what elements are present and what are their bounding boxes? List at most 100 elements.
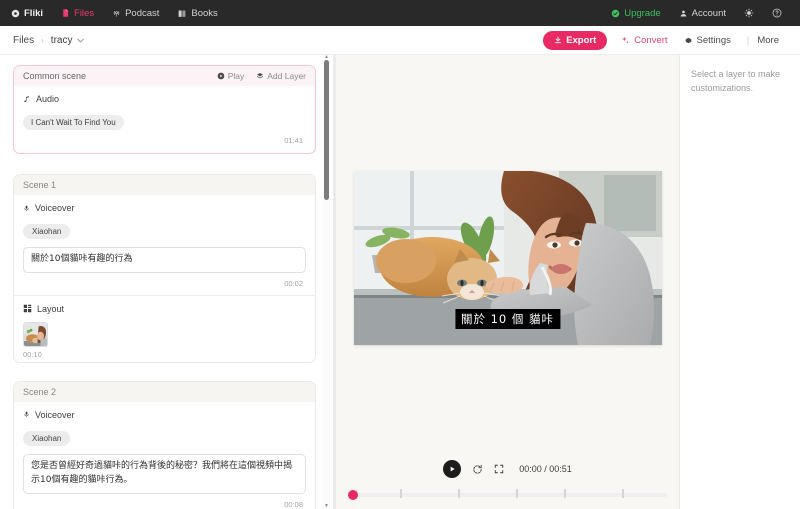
more-button[interactable]: | More [739, 31, 787, 49]
breadcrumb-toolbar: Files › tracy Export Convert Settings | … [0, 26, 800, 55]
scene-1-voiceover-label: Voiceover [35, 203, 75, 213]
preview-stage: 關於 10 個 貓咔 [336, 55, 679, 460]
scene-1-script-input[interactable]: 關於10個貓咔有趣的行為 [23, 247, 306, 273]
timeline-scrubber[interactable] [336, 485, 679, 509]
nav-label-files: Files [74, 7, 95, 19]
settings-button[interactable]: Settings [676, 31, 739, 49]
scene-1-layout-label-row: Layout [23, 304, 306, 314]
scene-1-voiceover-section: Voiceover Xiaohan 關於10個貓咔有趣的行為 00:02 [14, 195, 315, 295]
scene-2-voiceover-label: Voiceover [35, 409, 75, 420]
common-scene-play-button[interactable]: Play [217, 71, 245, 81]
book-icon [177, 9, 187, 18]
layers-icon [256, 72, 264, 80]
fliki-logo-icon [11, 9, 20, 18]
nav-label-books: Books [191, 7, 218, 19]
play-circle-icon [217, 72, 225, 80]
scrollbar-down-arrow[interactable]: ▼ [324, 504, 329, 509]
restart-button[interactable] [472, 464, 483, 475]
podcast-icon [112, 9, 121, 18]
breadcrumb-root[interactable]: Files [13, 35, 34, 46]
download-icon [554, 36, 562, 44]
breadcrumb-current[interactable]: tracy [51, 35, 73, 46]
audio-row-label: Audio [23, 94, 306, 104]
properties-panel: Select a layer to make customizations. [680, 55, 800, 509]
common-scene-card[interactable]: Common scene Play Add Layer Audio I Can'… [13, 65, 316, 154]
help-button[interactable] [763, 0, 791, 26]
scene-2-voiceover-section: Voiceover Xiaohan 您是否曾經好奇過貓咔的行為背後的秘密？我們將… [14, 402, 315, 509]
convert-button[interactable]: Convert [613, 31, 675, 49]
nav-item-account[interactable]: Account [670, 0, 735, 26]
scene-2-script-input[interactable]: 您是否曾經好奇過貓咔的行為背後的秘密？我們將在這個視頻中揭示10個有趣的貓咔行為… [23, 453, 306, 494]
nav-label-podcast: Podcast [125, 7, 160, 19]
scene-1-layout-thumbnail[interactable] [23, 321, 48, 347]
nav-item-files[interactable]: Files [52, 0, 103, 26]
play-icon [448, 465, 456, 473]
scene-2-header: Scene 2 [14, 381, 315, 402]
fullscreen-icon [494, 464, 504, 474]
audio-label: Audio [36, 94, 60, 104]
export-button[interactable]: Export [543, 30, 608, 50]
fullscreen-button[interactable] [494, 464, 504, 474]
scene-1-header: Scene 1 [14, 175, 315, 195]
scene-2-title: Scene 2 [23, 386, 57, 397]
file-icon [61, 8, 70, 18]
preview-panel: 關於 10 個 貓咔 00:00 / 00:51 [336, 55, 680, 509]
nav-item-books[interactable]: Books [168, 0, 226, 26]
common-scene-body: Audio I Can't Wait To Find You 01:41 [14, 86, 315, 153]
time-display: 00:00 / 00:51 [519, 464, 572, 474]
nav-item-podcast[interactable]: Podcast [103, 0, 168, 26]
video-caption: 關於 10 個 貓咔 [454, 308, 561, 329]
nav-label-upgrade: Upgrade [624, 7, 661, 19]
play-button[interactable] [443, 460, 462, 478]
nav-label-fliki: Fliki [24, 7, 44, 19]
restart-icon [472, 464, 483, 475]
chevron-down-icon[interactable] [77, 38, 85, 43]
common-scene-header: Common scene Play Add Layer [14, 66, 315, 86]
theme-toggle-button[interactable] [735, 0, 763, 26]
timeline-tick [516, 489, 518, 498]
nav-label-account: Account [691, 7, 726, 19]
timeline-tick [564, 489, 566, 498]
timeline-tick [622, 489, 624, 498]
common-scene-add-layer-label: Add Layer [267, 71, 306, 81]
player-controls: 00:00 / 00:51 [443, 460, 572, 485]
music-note-icon [23, 95, 31, 104]
help-icon [772, 8, 782, 18]
scene-2-voice-chip[interactable]: Xiaohan [23, 430, 71, 446]
check-circle-icon [611, 9, 620, 18]
theme-toggle-icon [744, 8, 754, 18]
timeline-tick [458, 489, 460, 498]
scene-1-layout-duration: 00:10 [23, 349, 42, 359]
nav-item-fliki[interactable]: Fliki [9, 0, 52, 26]
microphone-icon [23, 204, 30, 213]
scene-1-voiceover-label-row: Voiceover [23, 203, 306, 213]
microphone-icon [23, 410, 30, 419]
common-scene-add-layer-button[interactable]: Add Layer [256, 71, 306, 81]
convert-label: Convert [634, 34, 668, 46]
breadcrumb-separator: › [41, 35, 44, 45]
scene-1-voice-chip[interactable]: Xiaohan [23, 224, 71, 239]
vertical-bar-icon: | [746, 34, 750, 46]
common-scene-play-label: Play [227, 71, 245, 81]
common-scene-duration: 01:41 [284, 136, 303, 145]
properties-empty-message: Select a layer to make customizations. [691, 69, 781, 93]
scene-card-1[interactable]: Scene 1 Voiceover Xiaohan 關於10個貓咔有趣的行為 0… [13, 174, 316, 363]
audio-track-chip[interactable]: I Can't Wait To Find You [23, 115, 124, 130]
layout-grid-icon [23, 304, 32, 313]
scene-1-layout-section: Layout 00:10 [14, 296, 315, 362]
scene-list-scrollbar[interactable]: ▲ ▼ [323, 55, 330, 509]
gear-icon [684, 36, 693, 45]
video-preview[interactable]: 關於 10 個 貓咔 [353, 170, 662, 345]
timeline-playhead[interactable] [348, 490, 358, 500]
top-navigation-bar: Fliki Files Podcast Books Upgrade Accoun… [0, 0, 800, 26]
common-scene-title: Common scene [23, 71, 87, 81]
scene-list-scrollbar-thumb[interactable] [324, 60, 329, 200]
more-label: More [757, 34, 779, 46]
scene-card-2[interactable]: Scene 2 Voiceover Xiaohan 您是否曾經好奇過貓咔的行為背… [13, 380, 316, 509]
settings-label: Settings [696, 34, 731, 46]
scene-2-voiceover-label-row: Voiceover [23, 410, 306, 420]
scene-1-title: Scene 1 [23, 180, 57, 190]
scene-1-layout-label: Layout [37, 303, 65, 314]
nav-item-upgrade[interactable]: Upgrade [602, 0, 669, 26]
timeline-track[interactable] [348, 493, 667, 497]
